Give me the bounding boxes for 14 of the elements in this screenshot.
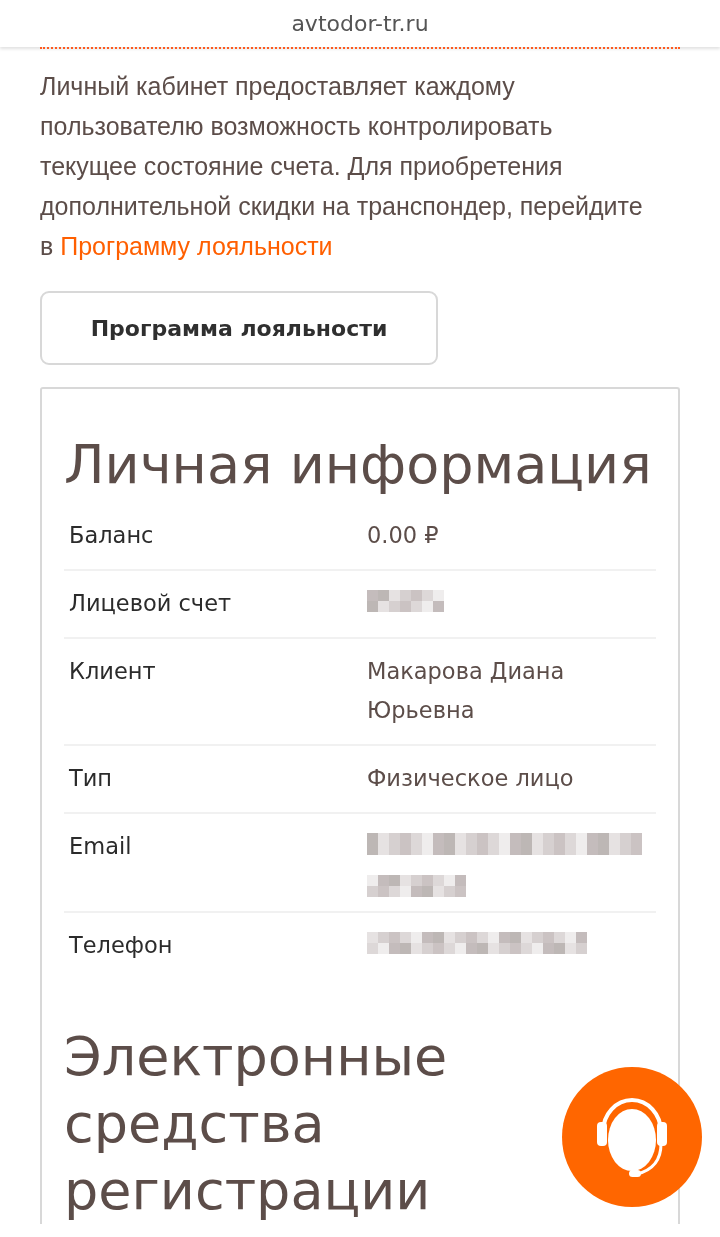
field-label: Баланс	[69, 521, 155, 550]
section-heading: Личная информация	[64, 432, 653, 498]
field-value: Макарова Диана Юрьевна	[367, 658, 565, 723]
field-value: Физическое лицо	[367, 765, 574, 791]
field-label: Лицевой счет	[69, 589, 233, 618]
field-label: Телефон	[69, 931, 174, 960]
url-text: avtodor-tr.ru	[291, 10, 429, 38]
intro-paragraph: Личный кабинет предоставляет каждому пользователю возможность контролировать текущее состояние счета. Для приобретения дополнительной скидки на транспондер, перейдите в Программу лояльности	[40, 71, 644, 262]
field-label: Клиент	[69, 657, 157, 686]
loyalty-program-button[interactable]: Программа лояльности	[40, 291, 438, 365]
field-value: 0.00 ₽	[367, 522, 439, 548]
field-label: Тип	[69, 764, 114, 793]
section-heading: Электронные средства регистрации	[64, 1024, 449, 1224]
field-label: Email	[69, 832, 133, 861]
